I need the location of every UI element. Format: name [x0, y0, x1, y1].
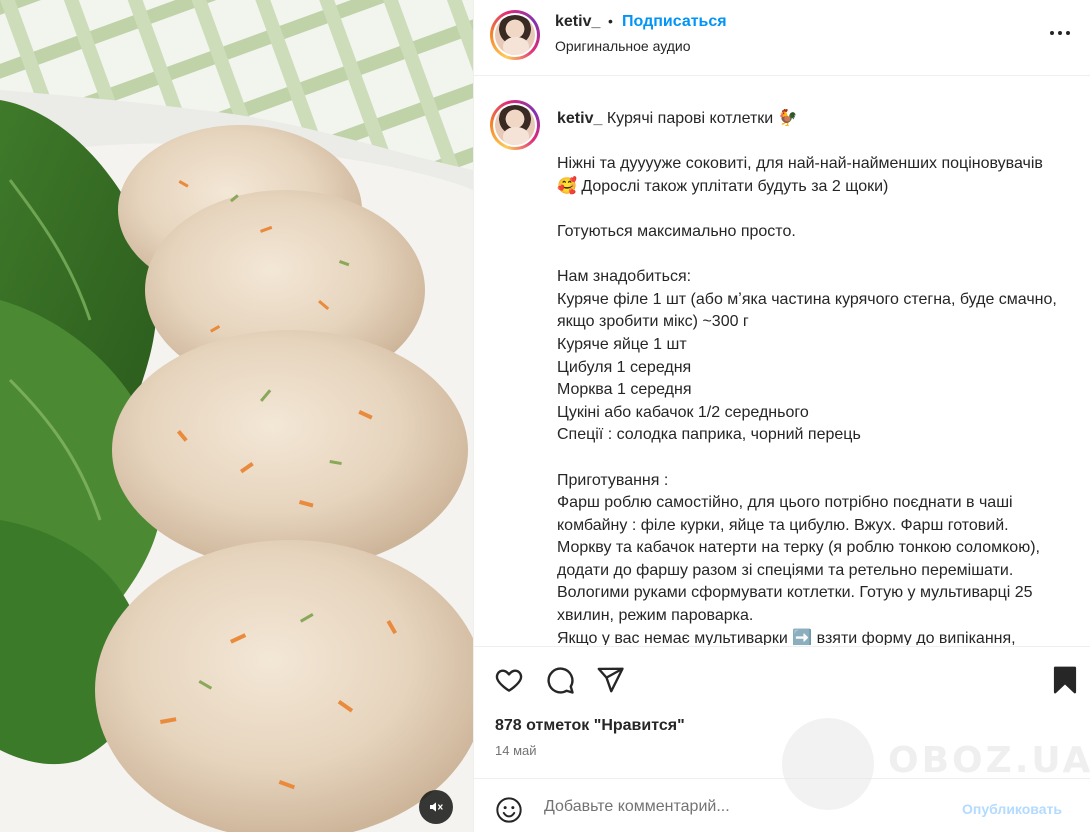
caption-body: Курячі парові котлетки 🐓 Ніжні та дууууж… [557, 110, 1057, 645]
likes-count[interactable]: 878 отметок "Нравится" [495, 717, 685, 735]
more-horizontal-icon [1050, 31, 1054, 35]
header-username[interactable]: ketiv_ [555, 13, 600, 31]
caption-text: ketiv_ Курячі парові котлетки 🐓 Ніжні та… [557, 108, 1067, 645]
follow-button[interactable]: Подписаться [622, 13, 727, 31]
comment-icon [547, 667, 574, 694]
post-date[interactable]: 14 май [495, 743, 537, 758]
smiley-icon [496, 797, 522, 823]
publish-button[interactable]: Опубликовать [962, 801, 1062, 817]
like-button[interactable] [494, 665, 524, 700]
share-button[interactable] [595, 665, 625, 700]
separator-dot: • [608, 13, 613, 29]
mute-button[interactable] [419, 790, 453, 824]
caption-area: ketiv_ Курячі парові котлетки 🐓 Ніжні та… [474, 77, 1090, 645]
post-media[interactable] [0, 0, 473, 832]
speaker-muted-icon [430, 802, 443, 812]
heart-icon [495, 669, 523, 692]
comment-button[interactable] [545, 665, 575, 700]
avatar[interactable] [490, 10, 540, 60]
post-panel: ketiv_ • Подписаться Оригинальное аудио … [473, 0, 1090, 832]
avatar-image [495, 15, 535, 55]
bookmark-icon [1053, 666, 1077, 694]
food-photo [0, 0, 473, 832]
post-header: ketiv_ • Подписаться Оригинальное аудио [474, 0, 1090, 76]
more-options-button[interactable] [1050, 26, 1076, 40]
emoji-button[interactable] [495, 796, 523, 829]
audio-link[interactable]: Оригинальное аудио [555, 38, 691, 54]
save-button[interactable] [1052, 666, 1078, 699]
caption-username[interactable]: ketiv_ [557, 110, 602, 127]
comment-input[interactable] [544, 793, 944, 821]
send-icon [597, 667, 624, 693]
comment-bar: Опубликовать [474, 778, 1090, 832]
caption-avatar[interactable] [490, 100, 540, 150]
